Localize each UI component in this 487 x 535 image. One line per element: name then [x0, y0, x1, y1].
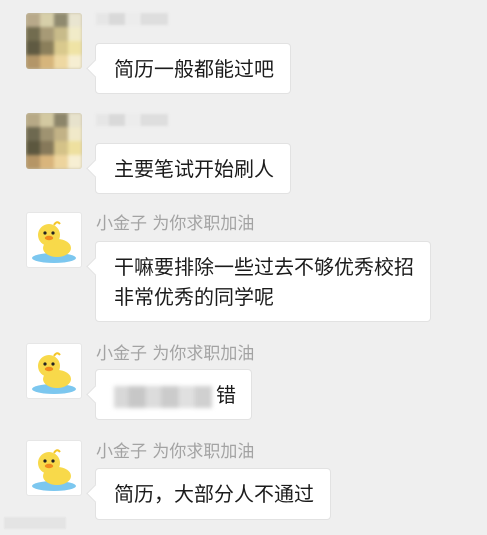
duck-avatar[interactable] — [26, 440, 82, 496]
sender-name — [96, 13, 168, 25]
blurred-avatar[interactable] — [26, 13, 82, 69]
yellow-duckling-icon — [32, 449, 76, 491]
message-bubble[interactable]: 主要笔试开始刷人 — [95, 143, 291, 194]
message-bubble[interactable]: 错 — [95, 369, 252, 420]
chat-window: 简历一般都能过吧 主要笔试开始刷人 小金子 为你求职加油 干嘛要排除一些过去不够… — [0, 0, 487, 535]
sender-name: 小金子 为你求职加油 — [96, 214, 255, 234]
message-bubble[interactable]: 简历，大部分人不通过 — [95, 468, 331, 520]
yellow-duckling-icon — [32, 221, 76, 263]
sender-name — [96, 114, 168, 126]
blurred-avatar[interactable] — [26, 113, 82, 169]
sender-name: 小金子 为你求职加油 — [96, 442, 255, 462]
message-line: 非常优秀的同学呢 — [114, 285, 274, 309]
duck-avatar[interactable] — [26, 343, 82, 399]
duck-avatar[interactable] — [26, 212, 82, 268]
redacted-text — [114, 385, 212, 408]
sender-name: 小金子 为你求职加油 — [96, 344, 255, 364]
message-bubble[interactable]: 干嘛要排除一些过去不够优秀校招 非常优秀的同学呢 — [95, 241, 431, 322]
yellow-duckling-icon — [32, 352, 76, 394]
watermark — [4, 517, 66, 529]
message-text: 错 — [216, 383, 236, 407]
message-bubble[interactable]: 简历一般都能过吧 — [95, 43, 291, 94]
message-line: 干嘛要排除一些过去不够优秀校招 — [114, 255, 414, 279]
